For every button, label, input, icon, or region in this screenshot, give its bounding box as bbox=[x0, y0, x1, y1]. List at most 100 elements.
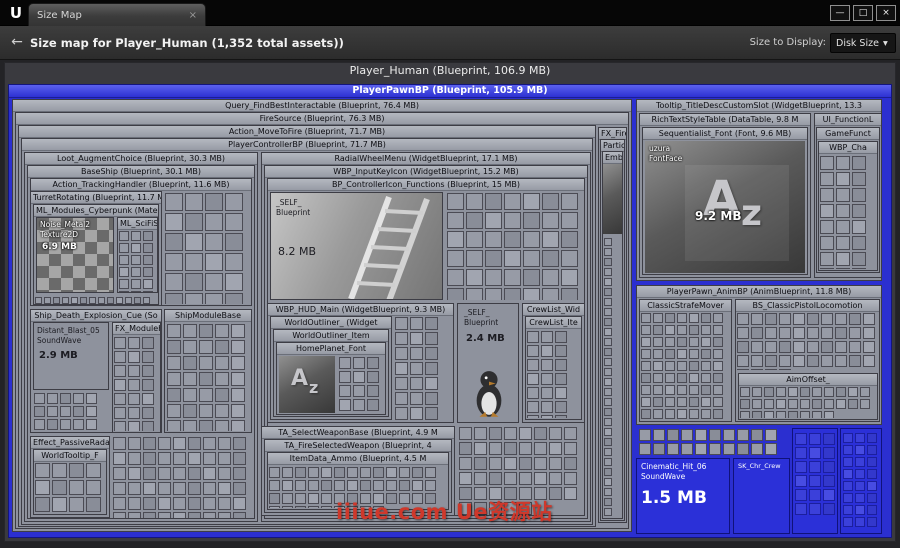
asset-tile[interactable] bbox=[541, 345, 553, 357]
asset-tile[interactable] bbox=[852, 220, 866, 234]
asset-tile[interactable] bbox=[485, 212, 502, 229]
asset-tile[interactable] bbox=[360, 467, 371, 478]
asset-tile[interactable] bbox=[282, 493, 293, 504]
asset-tile[interactable] bbox=[474, 427, 487, 440]
asset-tile[interactable] bbox=[604, 348, 612, 356]
asset-tile[interactable] bbox=[867, 433, 877, 443]
asset-tile[interactable] bbox=[395, 407, 408, 420]
asset-tile[interactable] bbox=[523, 250, 540, 267]
asset-tile[interactable] bbox=[215, 388, 229, 402]
asset-tile[interactable] bbox=[604, 418, 612, 426]
asset-tile[interactable] bbox=[143, 482, 156, 495]
asset-tile[interactable] bbox=[527, 345, 539, 357]
asset-tile[interactable] bbox=[183, 356, 197, 370]
asset-tile[interactable] bbox=[459, 457, 472, 470]
asset-tile[interactable] bbox=[653, 313, 663, 323]
asset-tile[interactable] bbox=[447, 269, 464, 286]
asset-tile[interactable] bbox=[555, 401, 567, 413]
asset-tile[interactable] bbox=[321, 480, 332, 491]
asset-tile[interactable] bbox=[764, 399, 774, 409]
asset-tile[interactable] bbox=[820, 252, 834, 266]
asset-tile[interactable] bbox=[737, 369, 749, 370]
asset-tile[interactable] bbox=[604, 358, 612, 366]
asset-tile[interactable] bbox=[308, 506, 319, 508]
asset-tile[interactable] bbox=[60, 393, 71, 404]
asset-tile[interactable] bbox=[701, 385, 711, 395]
asset-tile[interactable] bbox=[218, 497, 231, 510]
asset-tile[interactable] bbox=[639, 443, 651, 455]
asset-tile[interactable] bbox=[308, 467, 319, 478]
asset-tile[interactable] bbox=[89, 297, 96, 304]
asset-tile[interactable] bbox=[867, 505, 877, 515]
asset-tile[interactable] bbox=[701, 349, 711, 359]
asset-tile[interactable] bbox=[604, 478, 612, 486]
asset-tile[interactable] bbox=[709, 443, 721, 455]
asset-tile[interactable] bbox=[218, 467, 231, 480]
asset-tile[interactable] bbox=[185, 193, 203, 211]
asset-tile[interactable] bbox=[80, 297, 87, 304]
asset-tile[interactable] bbox=[855, 481, 865, 491]
asset-tile[interactable] bbox=[843, 457, 853, 467]
asset-tile[interactable] bbox=[855, 457, 865, 467]
asset-tile[interactable] bbox=[225, 213, 243, 231]
asset-tile[interactable] bbox=[399, 480, 410, 491]
asset-tile[interactable] bbox=[604, 438, 612, 446]
asset-tile[interactable] bbox=[73, 419, 84, 430]
asset-tile[interactable] bbox=[218, 512, 231, 518]
asset-tile[interactable] bbox=[867, 517, 877, 527]
asset-tile[interactable] bbox=[542, 250, 559, 267]
asset-tile[interactable] bbox=[425, 377, 438, 390]
asset-tile[interactable] bbox=[541, 373, 553, 385]
asset-tile[interactable] bbox=[131, 291, 141, 292]
asset-tile[interactable] bbox=[119, 231, 129, 241]
asset-tile[interactable] bbox=[474, 472, 487, 485]
asset-tile[interactable] bbox=[474, 442, 487, 455]
asset-tile[interactable] bbox=[677, 349, 687, 359]
asset-tile[interactable] bbox=[604, 488, 612, 496]
asset-tile[interactable] bbox=[158, 452, 171, 465]
asset-tile[interactable] bbox=[713, 337, 723, 347]
asset-tile[interactable] bbox=[225, 253, 243, 271]
asset-tile[interactable] bbox=[86, 393, 97, 404]
asset-tile[interactable] bbox=[689, 337, 699, 347]
asset-tile[interactable] bbox=[843, 493, 853, 503]
asset-tile[interactable] bbox=[410, 377, 423, 390]
asset-tile[interactable] bbox=[821, 327, 833, 339]
asset-tile[interactable] bbox=[60, 406, 71, 417]
asset-tile[interactable] bbox=[114, 351, 126, 363]
asset-tile[interactable] bbox=[667, 443, 679, 455]
asset-tile[interactable] bbox=[183, 324, 197, 338]
node-distant-blast-soundwave[interactable]: Distant_Blast_05 SoundWave 2.9 MB bbox=[33, 322, 109, 390]
asset-tile[interactable] bbox=[86, 406, 97, 417]
asset-tile[interactable] bbox=[527, 373, 539, 385]
asset-tile[interactable] bbox=[776, 399, 786, 409]
asset-tile[interactable] bbox=[835, 327, 847, 339]
asset-tile[interactable] bbox=[542, 193, 559, 210]
asset-tile[interactable] bbox=[165, 293, 183, 304]
asset-tile[interactable] bbox=[142, 407, 154, 419]
asset-tile[interactable] bbox=[867, 445, 877, 455]
asset-tile[interactable] bbox=[459, 427, 472, 440]
asset-tile[interactable] bbox=[852, 252, 866, 266]
asset-tile[interactable] bbox=[653, 429, 665, 441]
asset-tile[interactable] bbox=[677, 337, 687, 347]
asset-tile[interactable] bbox=[809, 489, 821, 501]
asset-tile[interactable] bbox=[205, 273, 223, 291]
asset-tile[interactable] bbox=[836, 387, 846, 397]
asset-tile[interactable] bbox=[215, 404, 229, 418]
asset-tile[interactable] bbox=[158, 512, 171, 518]
asset-tile[interactable] bbox=[485, 231, 502, 248]
asset-tile[interactable] bbox=[723, 429, 735, 441]
asset-tile[interactable] bbox=[860, 399, 870, 409]
asset-tile[interactable] bbox=[143, 467, 156, 480]
asset-tile[interactable] bbox=[185, 293, 203, 304]
tab-close-icon[interactable]: × bbox=[189, 10, 197, 21]
asset-tile[interactable] bbox=[339, 357, 351, 369]
asset-tile[interactable] bbox=[677, 397, 687, 407]
asset-tile[interactable] bbox=[689, 349, 699, 359]
asset-tile[interactable] bbox=[269, 506, 280, 508]
asset-tile[interactable] bbox=[119, 279, 129, 289]
asset-tile[interactable] bbox=[114, 393, 126, 405]
asset-tile[interactable] bbox=[564, 457, 577, 470]
asset-tile[interactable] bbox=[795, 489, 807, 501]
